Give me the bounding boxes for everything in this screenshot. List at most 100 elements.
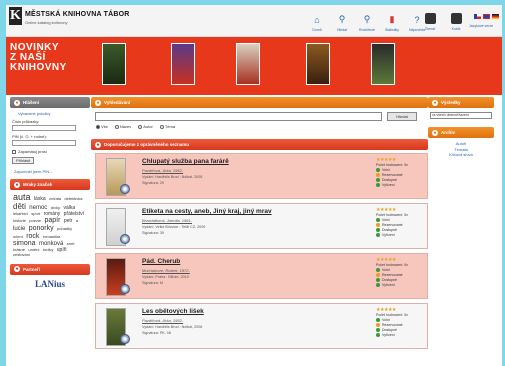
tag-link[interactable]: a [76,218,78,223]
availability-item: Vyřízení [376,333,426,337]
availability-dot-icon [376,283,380,287]
tag-link[interactable]: sport [31,211,40,216]
site-title[interactable]: MĚSTSKÁ KNIHOVNA TÁBOR [25,11,129,18]
availability-dot-icon [376,268,380,272]
language-flags [474,14,499,19]
book-author-link[interactable]: Pazdířová, Jirka, 1952- [142,168,183,173]
nav-reader[interactable]: Čtenář [418,13,442,31]
search-input[interactable] [95,112,382,121]
availability-dot-icon [376,278,380,282]
book-author-link[interactable]: Brzorádková, Jarmila, 1961- [142,218,192,223]
nav-advanced-search[interactable]: ⚲ Rozšířené [356,13,378,32]
borrowed-items-link[interactable]: Vybavené položky [18,111,86,116]
availability-label: Dostupné [382,328,397,332]
tag-link[interactable]: smrt [67,241,75,246]
tag-link[interactable]: nemoc [29,205,47,211]
tag-link[interactable]: auta [13,192,31,202]
tag-link[interactable]: detektivka [64,196,82,201]
book-cover[interactable] [171,43,195,85]
radio-all[interactable]: Vše [96,124,108,129]
tag-link[interactable]: krásné [13,247,25,252]
tag-link[interactable]: petr [64,218,73,224]
availability-item: Rezervované [376,273,426,277]
tag-link[interactable]: papír [44,217,60,224]
tag-cloud-title: Mraky značek [23,182,53,187]
radio-author[interactable]: Autor [138,124,153,129]
search-row: Hledat [91,112,428,121]
book-author-link[interactable]: Pazdířová, Jirka, 1952- [142,318,183,323]
availability-label: Vyřízení [382,283,395,287]
list-icon: ● [95,141,101,148]
archive-link-keywords[interactable]: Klíčová slova [428,152,494,158]
library-logo[interactable]: K [9,7,22,25]
tag-link[interactable]: učení [13,234,23,239]
rating-count: Počet hodnocení: 0x [376,313,408,317]
tag-link[interactable]: děti [13,202,26,211]
radio-title[interactable]: Název [114,124,131,129]
nav-basket[interactable]: Košík [444,13,468,31]
availability-dot-icon [376,178,380,182]
tag-link[interactable]: láska [34,196,46,202]
tag-link[interactable]: zvířata [49,196,61,201]
book-signature: Signatura: 39 [142,231,164,235]
book-publisher: Vydání: Hardhills Brod : Nolbal, 2005 [142,175,203,179]
availability-item: Rezervované [376,173,426,177]
book-title-link[interactable]: Chlupatý služba pana farárě [142,158,229,165]
book-cover[interactable] [236,43,260,85]
tag-link[interactable]: lucie [13,226,25,232]
tag-link[interactable]: lékařství [13,211,28,216]
book-cover[interactable] [371,43,395,85]
search-button[interactable]: Hledat [387,112,417,121]
tag-link[interactable]: romantika [43,234,61,239]
tag-link[interactable]: rock [26,233,39,240]
radio-dot [96,124,100,129]
czech-flag-icon[interactable] [474,14,481,19]
book-author-link[interactable]: Muchamore, Robert, 1972- [142,268,190,273]
book-title-link[interactable]: Les obětových lišek [142,308,204,315]
book-row: Pád. Cherub Muchamore, Robert, 1972- Vydán… [95,253,428,299]
availability-dot-icon [376,183,380,187]
tag-link[interactable]: umění [28,247,39,252]
tag-link[interactable]: poezie [29,218,41,223]
tag-link[interactable]: přátelství [64,211,84,217]
remember-row[interactable]: Zapamatuj prosí [12,149,88,154]
book-row: Chlupatý služba pana farárě Pazdířová, Ji… [95,153,428,199]
tag-link[interactable]: historie [13,218,26,223]
archive-icon: ● [432,129,438,136]
tag-link[interactable]: dívky [51,205,60,210]
book-cover[interactable] [102,43,126,85]
lanius-logo[interactable]: LANius [10,279,90,289]
english-flag-icon[interactable] [483,14,490,19]
recommended-title: Doporučujeme z oprávněného seznamu [104,142,190,147]
left-sidebar: ● Hlášení Vybavené položky Číslo průkazky… [10,97,90,289]
nav-search[interactable]: ⚲ Hledat [331,13,353,32]
availability-item: Rezervované [376,323,426,327]
pin-input[interactable] [12,140,76,146]
nav-stats[interactable]: ▮ Statistiky [381,13,403,32]
tag-link[interactable]: ponorky [29,225,54,232]
forgot-pin-link[interactable]: Zapomněl jsem PIN… [14,169,86,174]
tag-link[interactable]: cestování [13,252,30,257]
remember-checkbox[interactable] [12,149,16,154]
media-disc-icon [120,184,130,194]
availability-label: Rezervované [382,273,403,277]
availability-list: Volní Rezervované Dostupné Vyřízení [376,318,426,337]
card-number-input[interactable] [12,125,76,131]
news-banner: NOVINKY Z NAŠÍ KNIHOVNY [6,37,502,95]
radio-topic[interactable]: Téma [159,124,175,129]
header: K MĚSTSKÁ KNIHOVNA TÁBOR Online katalog … [6,5,502,37]
book-title-link[interactable]: Pád. Cherub [142,258,180,265]
tag-link[interactable]: válka [63,205,75,211]
german-flag-icon[interactable] [492,14,499,19]
radio-dot [114,124,119,129]
tag-link[interactable]: upíři [57,247,67,253]
tag-link[interactable]: pohádky [57,226,72,231]
tag-link[interactable]: romány [44,211,61,217]
nav-home[interactable]: ⌂ Domů [306,13,328,33]
partners-header: ● Partneři [10,263,90,275]
login-button[interactable]: Přihlásit [12,157,35,164]
sort-select[interactable]: vs všech obecné/řazení [430,112,492,119]
book-title-link[interactable]: Etiketa na cesty, aneb, Jiný kraj, jiný … [142,208,272,215]
tag-link[interactable]: toulky [43,247,53,252]
book-cover[interactable] [306,43,330,85]
